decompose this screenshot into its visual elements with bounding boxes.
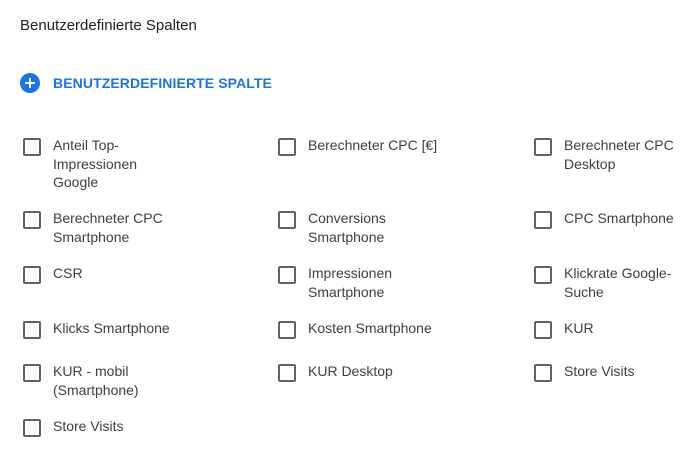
checkbox-label: KUR Desktop bbox=[308, 363, 393, 379]
checkbox-label: CPC Smartphone bbox=[564, 210, 674, 226]
checkbox-label: Klicks Smartphone bbox=[53, 320, 170, 336]
checkbox-berechneter-cpc-desktop[interactable]: Berechneter CPC Desktop bbox=[534, 136, 700, 209]
checkbox-label: Conversions Smartphone bbox=[308, 210, 386, 245]
checkbox-label: CSR bbox=[53, 265, 83, 281]
plus-circle-icon bbox=[20, 73, 40, 93]
checkbox-label: Impressionen Smartphone bbox=[308, 265, 393, 300]
checkbox-label: Store Visits bbox=[564, 363, 635, 379]
checkbox-store-visits-2[interactable]: Store Visits bbox=[23, 417, 278, 457]
checkbox-csr[interactable]: CSR bbox=[23, 264, 278, 319]
checkbox-klicks-smartphone[interactable]: Klicks Smartphone bbox=[23, 319, 278, 362]
section-title: Benutzerdefinierte Spalten bbox=[20, 17, 197, 34]
checkbox-cpc-smartphone[interactable]: CPC Smartphone bbox=[534, 209, 700, 264]
checkbox-box[interactable] bbox=[23, 211, 41, 229]
checkbox-impressionen-smartphone[interactable]: Impressionen Smartphone bbox=[278, 264, 534, 319]
checkbox-box[interactable] bbox=[23, 364, 41, 382]
checkbox-box[interactable] bbox=[278, 321, 296, 339]
checkbox-box[interactable] bbox=[23, 321, 41, 339]
checkbox-box[interactable] bbox=[534, 364, 552, 382]
checkbox-box[interactable] bbox=[534, 138, 552, 156]
checkbox-box[interactable] bbox=[534, 321, 552, 339]
checkbox-label: Anteil Top- Impressionen Google bbox=[53, 137, 138, 190]
checkbox-box[interactable] bbox=[278, 138, 296, 156]
checkbox-klickrate-google-suche[interactable]: Klickrate Google- Suche bbox=[534, 264, 700, 319]
checkbox-berechneter-cpc-smartphone[interactable]: Berechneter CPC Smartphone bbox=[23, 209, 278, 264]
checkbox-label: Berechneter CPC Smartphone bbox=[53, 210, 163, 245]
checkbox-label: Kosten Smartphone bbox=[308, 320, 432, 336]
checkbox-label: Store Visits bbox=[53, 418, 124, 434]
checkbox-box[interactable] bbox=[23, 419, 41, 437]
checkbox-label: Klickrate Google- Suche bbox=[564, 265, 672, 300]
checkbox-label: KUR bbox=[564, 320, 594, 336]
checkbox-kosten-smartphone[interactable]: Kosten Smartphone bbox=[278, 319, 534, 362]
checkbox-store-visits[interactable]: Store Visits bbox=[534, 362, 700, 417]
checkbox-kur-desktop[interactable]: KUR Desktop bbox=[278, 362, 534, 417]
checkbox-box[interactable] bbox=[534, 266, 552, 284]
custom-columns-grid: Anteil Top- Impressionen Google Berechnete… bbox=[23, 136, 700, 457]
checkbox-berechneter-cpc-eur[interactable]: Berechneter CPC [€] bbox=[278, 136, 534, 209]
checkbox-conversions-smartphone[interactable]: Conversions Smartphone bbox=[278, 209, 534, 264]
add-custom-column-label: BENUTZERDEFINIERTE SPALTE bbox=[53, 75, 272, 91]
add-custom-column-button[interactable]: BENUTZERDEFINIERTE SPALTE bbox=[20, 73, 272, 93]
checkbox-kur-mobil-smartphone[interactable]: KUR - mobil (Smartphone) bbox=[23, 362, 278, 417]
checkbox-box[interactable] bbox=[534, 211, 552, 229]
checkbox-label: Berechneter CPC [€] bbox=[308, 137, 438, 153]
checkbox-box[interactable] bbox=[278, 211, 296, 229]
checkbox-box[interactable] bbox=[23, 266, 41, 284]
checkbox-anteil-top-impressionen-google[interactable]: Anteil Top- Impressionen Google bbox=[23, 136, 278, 209]
checkbox-box[interactable] bbox=[23, 138, 41, 156]
checkbox-kur[interactable]: KUR bbox=[534, 319, 700, 362]
checkbox-label: KUR - mobil (Smartphone) bbox=[53, 363, 139, 398]
checkbox-box[interactable] bbox=[278, 266, 296, 284]
checkbox-label: Berechneter CPC Desktop bbox=[564, 137, 674, 172]
checkbox-box[interactable] bbox=[278, 364, 296, 382]
